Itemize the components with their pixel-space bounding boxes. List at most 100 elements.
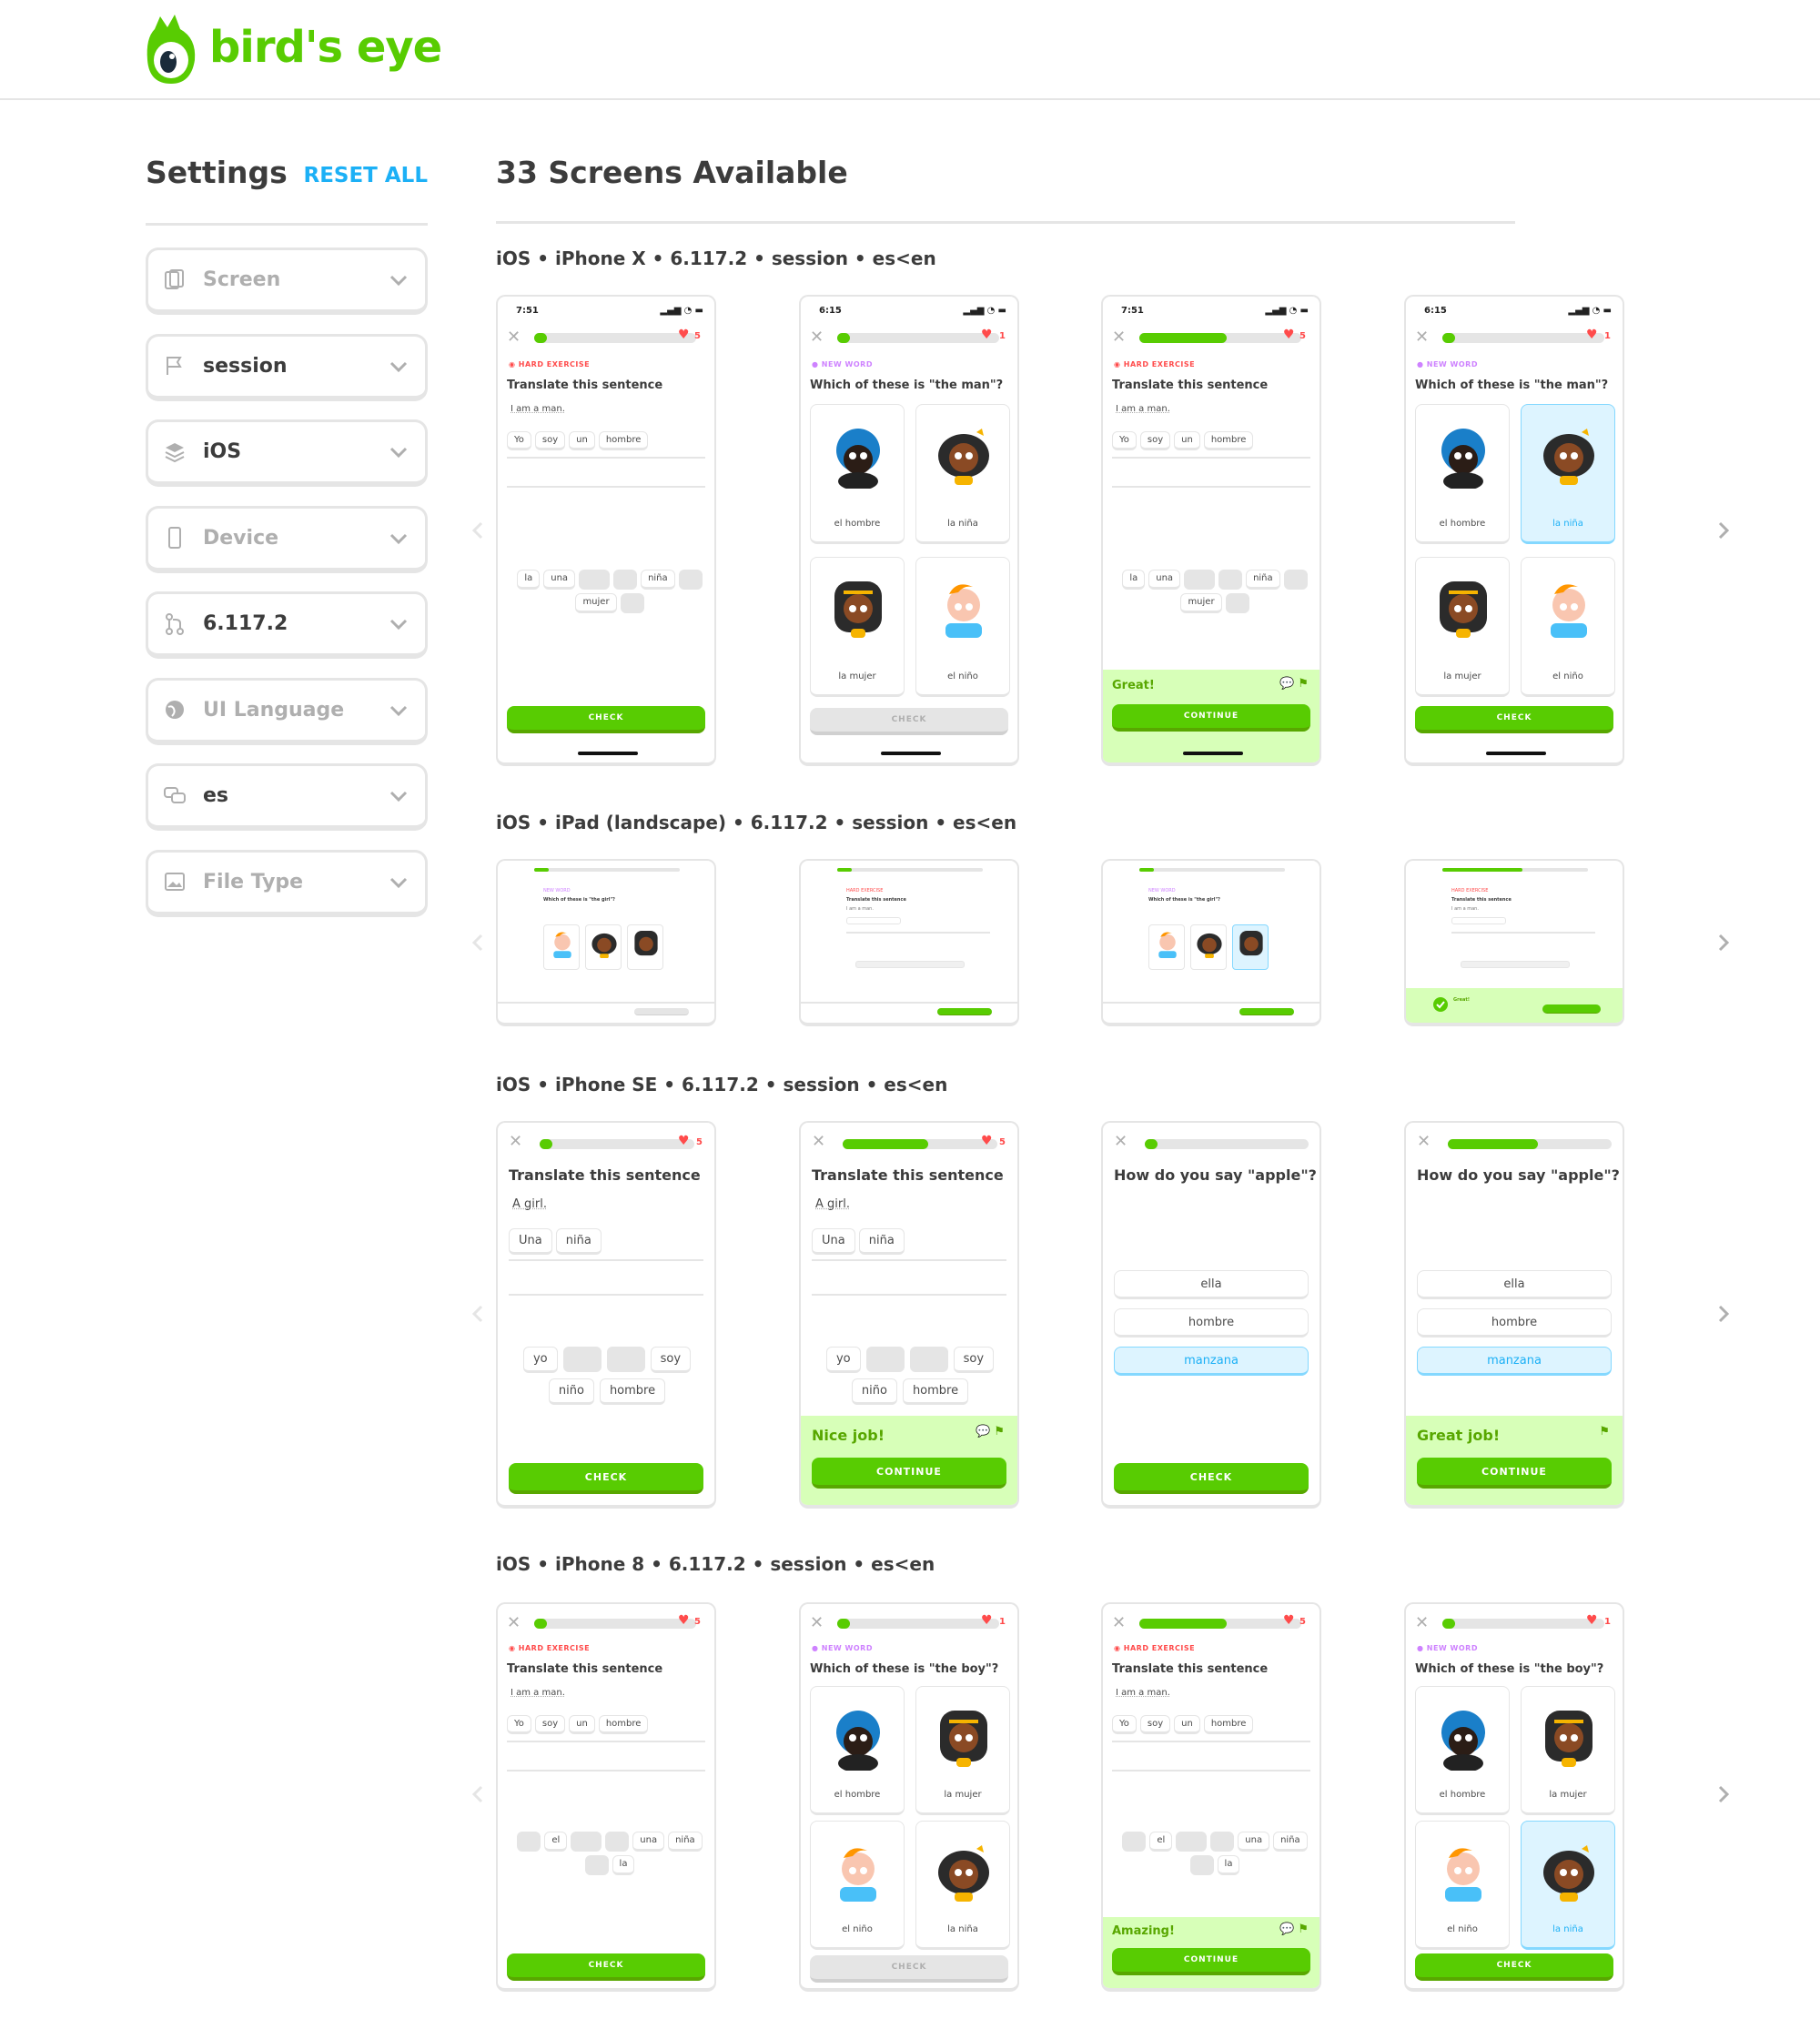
screenshot-card[interactable]: ✕ How do you say "apple"? ella hombre ma…	[1404, 1121, 1624, 1509]
picture-option[interactable]	[585, 924, 622, 970]
filter-dropdown[interactable]: Screen	[146, 247, 428, 315]
continue-button[interactable]: CONTINUE	[1112, 704, 1310, 732]
picture-option[interactable]: el hombre	[810, 404, 905, 544]
picture-option[interactable]: la niña	[915, 404, 1010, 544]
check-button[interactable]: CHECK	[1114, 1463, 1309, 1494]
word-chip[interactable]: soy	[1139, 431, 1171, 450]
picture-option-selected[interactable]: la niña	[1521, 404, 1615, 544]
check-button[interactable]: CHECK	[1415, 1953, 1613, 1981]
word-chip[interactable]: hombre	[598, 431, 649, 450]
filter-dropdown[interactable]: UI Language	[146, 677, 428, 745]
word-chip[interactable]: soy	[534, 1715, 566, 1734]
word-chip[interactable]: Yo	[1112, 1715, 1137, 1734]
word-chip[interactable]: soy	[953, 1347, 995, 1373]
continue-button[interactable]: CONTINUE	[812, 1458, 1006, 1489]
check-button[interactable]: CHECK	[507, 706, 705, 733]
comment-flag-icons[interactable]: 💬 ⚑	[976, 1425, 1005, 1438]
word-chip[interactable]: niña	[1246, 570, 1280, 590]
chevron-right-icon[interactable]	[1713, 520, 1733, 540]
chevron-left-icon[interactable]	[469, 1784, 489, 1804]
check-button[interactable]	[937, 1008, 992, 1015]
picture-option[interactable]	[627, 924, 663, 970]
screenshot-card[interactable]: ✕ How do you say "apple"? ella hombre ma…	[1101, 1121, 1321, 1509]
word-chip[interactable]: niña	[668, 1832, 703, 1852]
screenshot-card[interactable]: HARD EXERCISE Translate this sentence I …	[1404, 859, 1624, 1026]
word-chip[interactable]: hombre	[599, 1378, 666, 1405]
word-chip[interactable]: una	[543, 570, 576, 590]
picture-option[interactable]: el niño	[915, 557, 1010, 697]
word-chip[interactable]: una	[1148, 570, 1181, 590]
word-chip[interactable]: el	[544, 1832, 568, 1852]
word-chip[interactable]: Yo	[1112, 431, 1137, 450]
word-chip[interactable]: Yo	[507, 431, 531, 450]
picture-option[interactable]	[1190, 924, 1227, 970]
word-chip[interactable]: mujer	[1180, 593, 1222, 613]
flag-icon[interactable]: ⚑	[1599, 1425, 1610, 1438]
picture-option[interactable]: el hombre	[1415, 404, 1510, 544]
answer-option-selected[interactable]: manzana	[1417, 1347, 1612, 1376]
word-chip[interactable]: soy	[650, 1347, 692, 1373]
word-chip[interactable]: niña	[555, 1228, 602, 1255]
screenshot-card[interactable]: NEW WORD Which of these is "the girl"?	[496, 859, 716, 1026]
word-chip[interactable]: yo	[522, 1347, 558, 1373]
filter-dropdown[interactable]: session	[146, 333, 428, 401]
word-chip[interactable]: un	[1174, 1715, 1200, 1734]
picture-option[interactable]: el niño	[1521, 557, 1615, 697]
screenshot-card[interactable]: ✕ ♥ 5 ◉ HARD EXERCISE Translate this sen…	[496, 1602, 716, 1992]
word-chip[interactable]: soy	[1139, 1715, 1171, 1734]
picture-option-selected[interactable]: la niña	[1521, 1821, 1615, 1950]
picture-option[interactable]	[1148, 924, 1185, 970]
answer-option[interactable]: ella	[1417, 1270, 1612, 1299]
comment-flag-icons[interactable]: 💬 ⚑	[1279, 677, 1309, 691]
word-chip[interactable]: hombre	[1203, 1715, 1254, 1734]
word-chip[interactable]: hombre	[902, 1378, 969, 1405]
check-button[interactable]: CHECK	[810, 1955, 1008, 1983]
word-chip[interactable]: niño	[548, 1378, 594, 1405]
word-chip[interactable]: la	[1122, 570, 1146, 590]
comment-flag-icons[interactable]: 💬 ⚑	[1279, 1923, 1309, 1936]
picture-option[interactable]: la niña	[915, 1821, 1010, 1950]
birds-eye-logo[interactable]: bird's eye	[144, 9, 442, 86]
screenshot-card[interactable]: ✕ ♥ 5 ◉ HARD EXERCISE Translate this sen…	[1101, 1602, 1321, 1992]
filter-dropdown[interactable]: 6.117.2	[146, 591, 428, 659]
word-chip[interactable]: Una	[509, 1228, 552, 1255]
check-button[interactable]: CHECK	[509, 1463, 703, 1494]
chevron-right-icon[interactable]	[1713, 1304, 1733, 1324]
check-button[interactable]	[634, 1008, 689, 1015]
word-chip[interactable]: niña	[1273, 1832, 1308, 1852]
filter-dropdown[interactable]: Device	[146, 505, 428, 573]
chevron-left-icon[interactable]	[469, 520, 489, 540]
word-chip[interactable]: yo	[825, 1347, 861, 1373]
screenshot-card[interactable]: ✕ ♥ 5 Translate this sentence A girl. Un…	[799, 1121, 1019, 1509]
word-chip[interactable]: la	[517, 570, 541, 590]
chevron-left-icon[interactable]	[469, 1304, 489, 1324]
screenshot-card[interactable]: 6:15 ▂▄▆ ◔ ▬ ✕ ♥ 1 ● NEW WORD Which of t…	[1404, 295, 1624, 766]
screenshot-card[interactable]: 7:51 ▂▄▆ ◔ ▬ ✕ ♥ 5 ◉ HARD EXERCISE Trans…	[496, 295, 716, 766]
chevron-right-icon[interactable]	[1713, 933, 1733, 953]
word-chip[interactable]: una	[632, 1832, 665, 1852]
reset-all-button[interactable]: RESET ALL	[303, 164, 428, 187]
screenshot-card[interactable]: ✕ ♥ 1 ● NEW WORD Which of these is "the …	[1404, 1602, 1624, 1992]
word-chip[interactable]: un	[569, 1715, 595, 1734]
word-chip[interactable]: una	[1238, 1832, 1270, 1852]
check-button[interactable]: CHECK	[507, 1953, 705, 1981]
screenshot-card[interactable]: ✕ ♥ 1 ● NEW WORD Which of these is "the …	[799, 1602, 1019, 1992]
word-chip[interactable]: un	[1174, 431, 1200, 450]
word-chip[interactable]: Una	[812, 1228, 855, 1255]
screenshot-card[interactable]: 7:51 ▂▄▆ ◔ ▬ ✕ ♥ 5 ◉ HARD EXERCISE Trans…	[1101, 295, 1321, 766]
word-chip[interactable]: niña	[858, 1228, 905, 1255]
word-chip[interactable]: Yo	[507, 1715, 531, 1734]
answer-option[interactable]: hombre	[1114, 1308, 1309, 1338]
word-chip[interactable]: hombre	[1203, 431, 1254, 450]
filter-dropdown[interactable]: iOS	[146, 419, 428, 487]
chevron-right-icon[interactable]	[1713, 1784, 1733, 1804]
continue-button[interactable]: CONTINUE	[1112, 1948, 1310, 1975]
check-button[interactable]: CHECK	[1415, 706, 1613, 733]
picture-option[interactable]: la mujer	[1521, 1686, 1615, 1815]
filter-dropdown[interactable]: es	[146, 763, 428, 831]
screenshot-card[interactable]: ✕ ♥ 5 Translate this sentence A girl. Un…	[496, 1121, 716, 1509]
word-chip[interactable]: niño	[851, 1378, 897, 1405]
screenshot-card[interactable]: HARD EXERCISE Translate this sentence I …	[799, 859, 1019, 1026]
word-chip[interactable]: hombre	[598, 1715, 649, 1734]
continue-button[interactable]: CONTINUE	[1417, 1458, 1612, 1489]
